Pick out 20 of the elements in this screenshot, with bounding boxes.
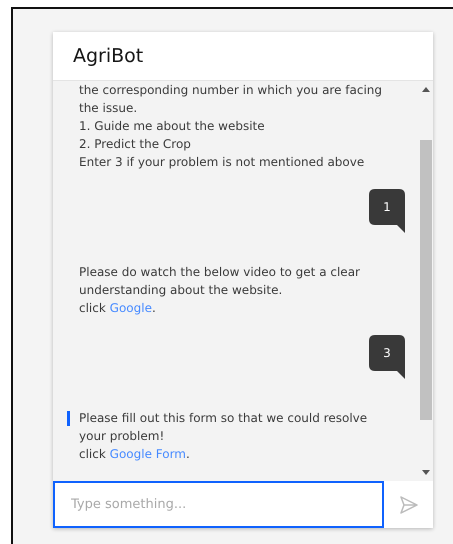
scrollbar-thumb[interactable] [420, 140, 432, 420]
bot-message-text: . [186, 447, 190, 461]
link[interactable]: Google [110, 301, 152, 315]
bot-message-text: Please do watch the below video to get a clear understanding about the website. [79, 264, 361, 299]
bot-message-text: 2. Predict the Crop [79, 136, 192, 153]
bot-message-text: 1. Guide me about the website [79, 118, 266, 135]
bot-message-text: Please fill out this form so that we could resolve your problem! [79, 410, 368, 445]
bot-message-text: click [79, 301, 107, 315]
scroll-down-icon[interactable] [422, 470, 430, 475]
link[interactable]: Google Form [110, 447, 186, 461]
bot-message-text: the corresponding number in which you are facing the issue. [79, 82, 384, 117]
chat-title: AgriBot [73, 45, 144, 67]
bot-message-text: Enter 3 if your problem is not mentioned above [79, 154, 366, 171]
bot-message-text: . [152, 301, 156, 315]
user-message-text: 1 [382, 199, 392, 216]
user-message-text: 3 [382, 345, 392, 362]
message-input[interactable]: Type something... [53, 481, 384, 528]
send-icon [398, 494, 418, 514]
bot-message-text: click [79, 447, 107, 461]
scroll-up-icon[interactable] [422, 87, 430, 92]
